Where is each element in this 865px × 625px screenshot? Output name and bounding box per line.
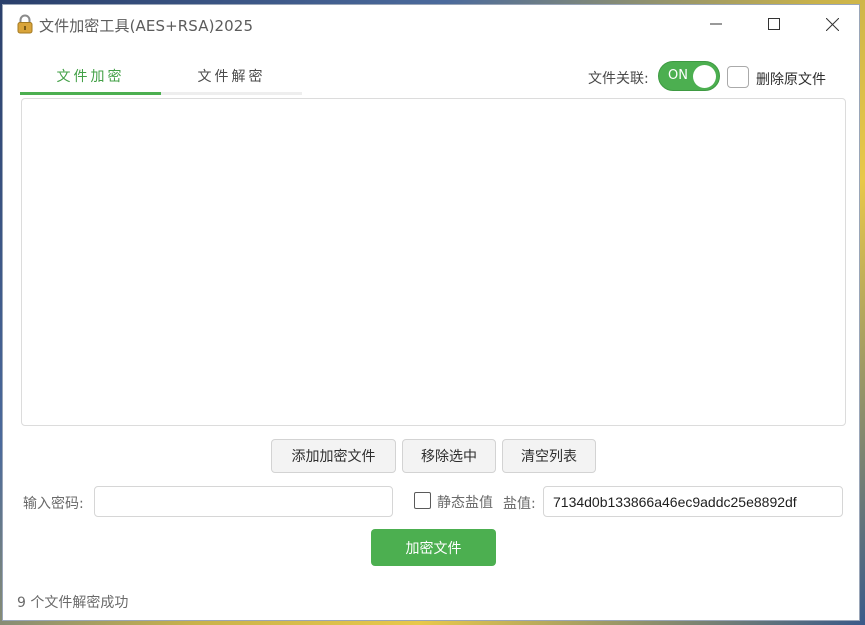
file-association-toggle[interactable]: ON	[658, 61, 720, 91]
add-encrypt-files-button[interactable]: 添加加密文件	[271, 439, 396, 473]
status-text: 9 个文件解密成功	[17, 595, 129, 611]
padlock-icon	[16, 14, 34, 34]
salt-label: 盐值:	[503, 496, 536, 512]
password-input[interactable]	[94, 486, 393, 517]
file-association-label: 文件关联:	[588, 71, 649, 87]
close-icon	[825, 17, 839, 31]
remove-selected-button[interactable]: 移除选中	[402, 439, 496, 473]
tab-decrypt[interactable]: 文件解密	[161, 65, 302, 95]
close-button[interactable]	[803, 5, 861, 43]
password-label: 输入密码:	[23, 496, 84, 512]
delete-original-label[interactable]: 删除原文件	[756, 69, 826, 89]
minimize-button[interactable]	[687, 5, 745, 43]
maximize-button[interactable]	[745, 5, 803, 43]
delete-original-checkbox[interactable]	[727, 66, 749, 88]
toggle-state-label: ON	[668, 68, 688, 83]
app-window: 文件加密工具(AES+RSA)2025 文件加密 文件解密 文件关联: ON 删…	[2, 4, 860, 621]
static-salt-checkbox[interactable]	[414, 492, 431, 509]
window-title: 文件加密工具(AES+RSA)2025	[39, 17, 254, 35]
minimize-icon	[710, 23, 722, 25]
tab-encrypt[interactable]: 文件加密	[20, 65, 161, 95]
salt-input[interactable]	[543, 486, 843, 517]
clear-list-button[interactable]: 清空列表	[502, 439, 596, 473]
toggle-knob	[693, 65, 716, 88]
encrypt-files-button[interactable]: 加密文件	[371, 529, 496, 566]
maximize-icon	[768, 18, 780, 30]
file-list[interactable]	[21, 98, 846, 426]
title-bar[interactable]: 文件加密工具(AES+RSA)2025	[3, 5, 859, 43]
static-salt-label[interactable]: 静态盐值	[437, 492, 493, 512]
